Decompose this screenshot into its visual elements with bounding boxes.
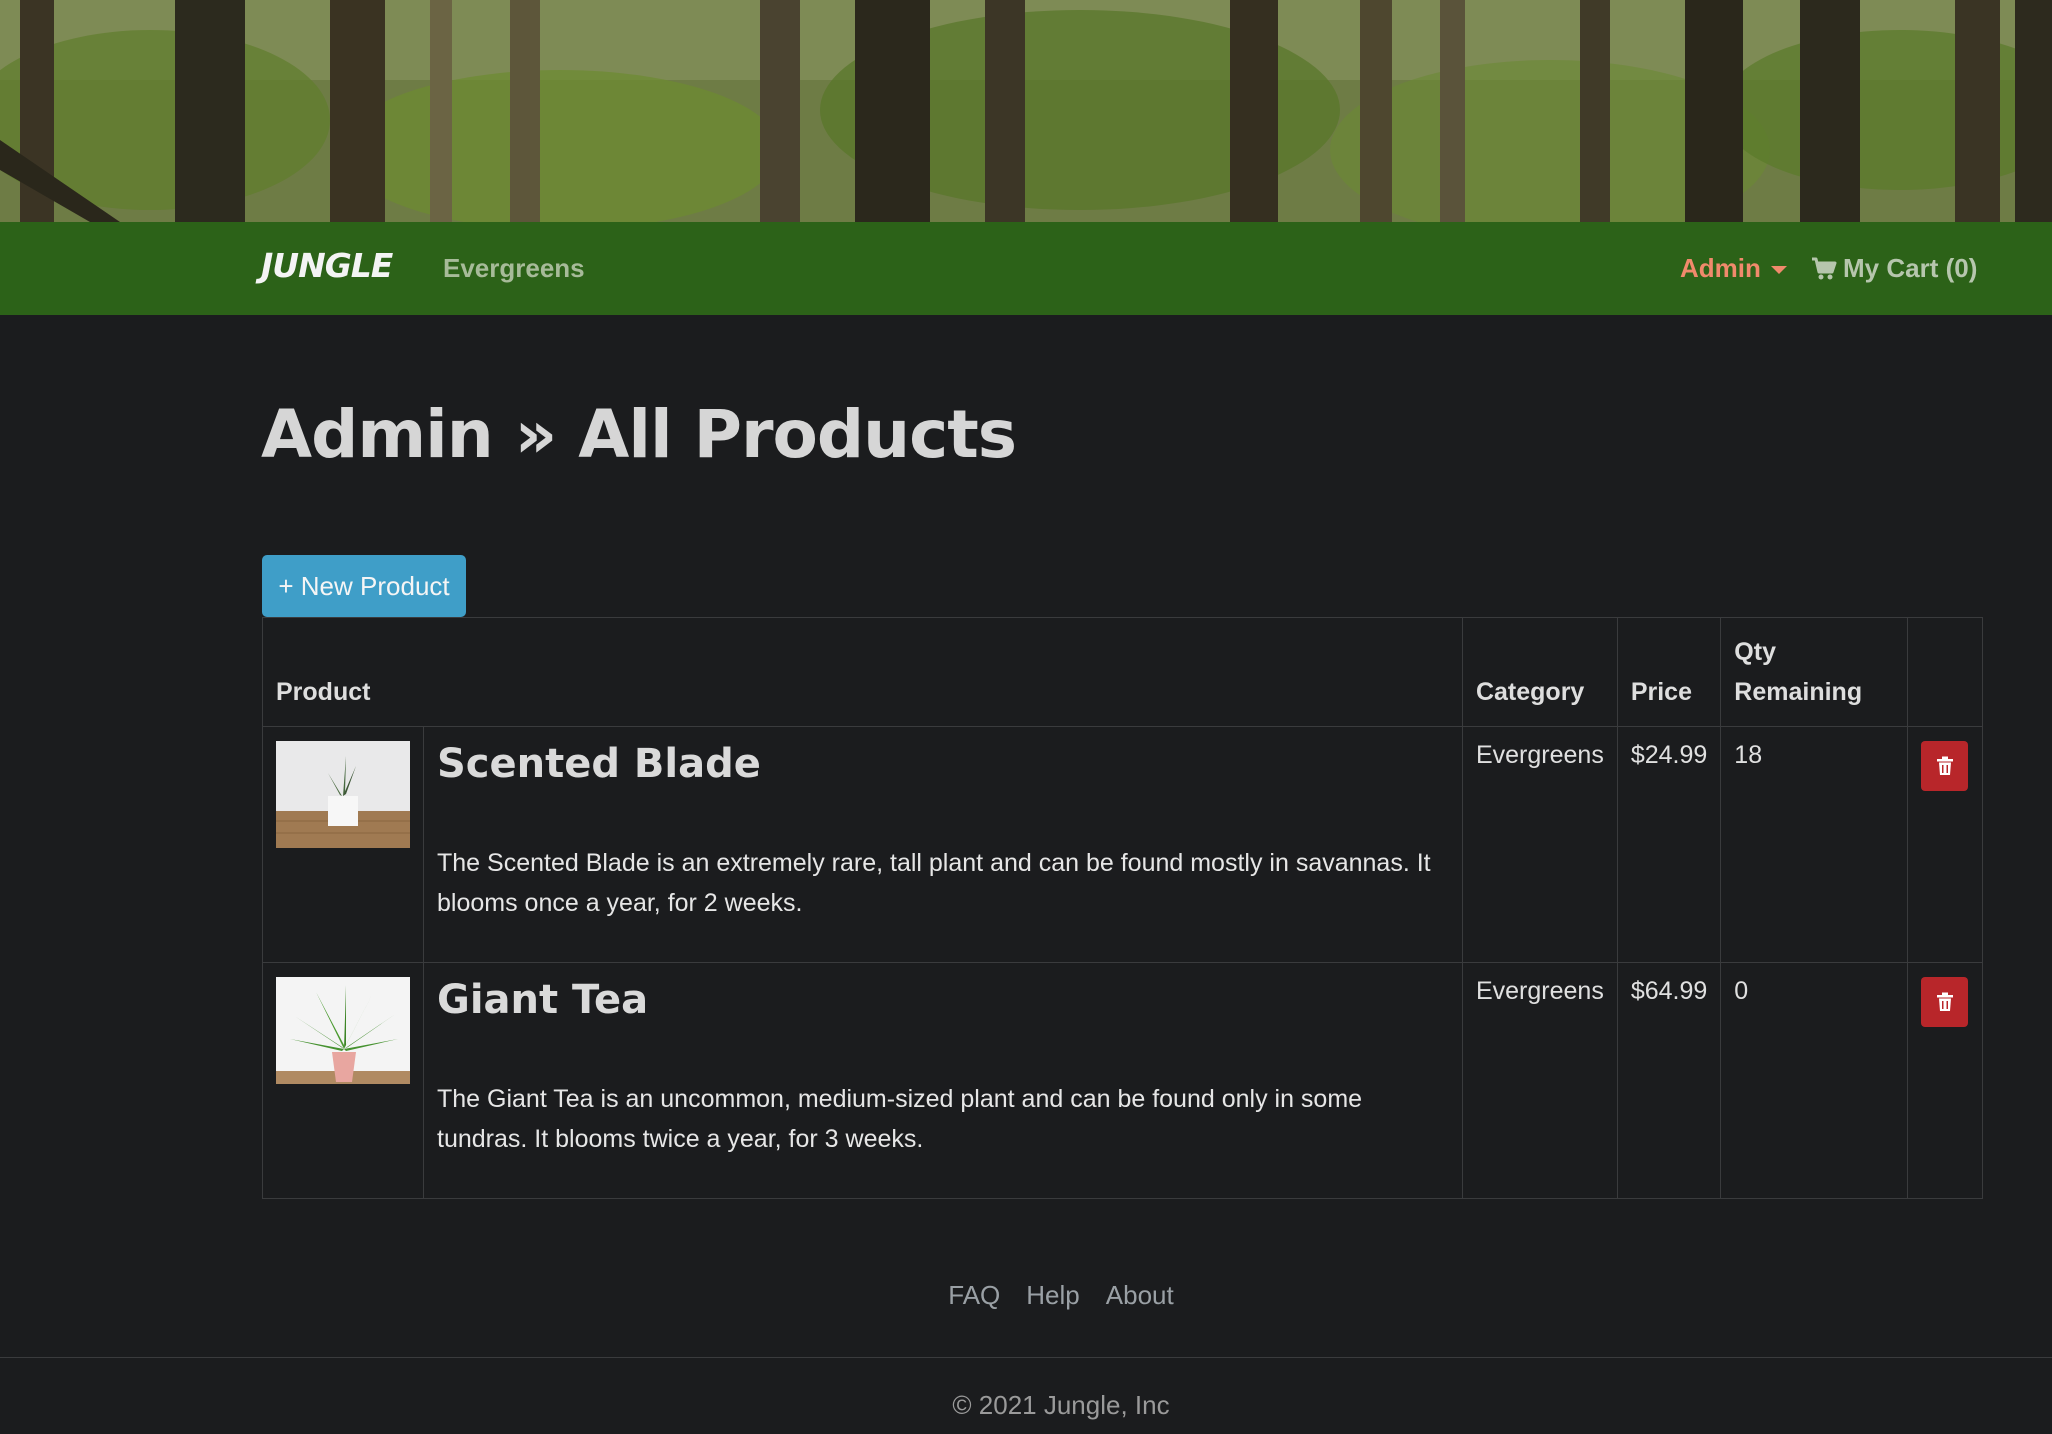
trash-icon [1936,756,1953,775]
forest-image [0,0,2052,222]
brand-logo[interactable]: JUNGLE [261,246,393,285]
chevron-down-icon [1770,265,1787,274]
copyright-text: © 2021 Jungle, Inc [952,1390,1170,1420]
table-row: Scented Blade The Scented Blade is an ex… [262,726,1983,963]
table-row: Giant Tea The Giant Tea is an uncommon, … [262,962,1983,1199]
footer-link-help[interactable]: Help [1026,1280,1079,1311]
product-category: Evergreens [1461,962,1618,1199]
my-cart-link[interactable]: My Cart (0) [1811,253,1977,284]
cart-icon [1812,257,1837,279]
product-image[interactable] [276,977,410,1084]
product-info-cell: Giant Tea The Giant Tea is an uncommon, … [423,962,1463,1199]
products-table: Product Category Price Qty Remaining Sce… [262,617,1983,1199]
column-header-qty: Qty Remaining [1720,617,1908,727]
footer-links: FAQ Help About [0,1280,2052,1311]
product-price: $24.99 [1616,726,1722,963]
product-price: $64.99 [1616,962,1722,1199]
nav-link-evergreens[interactable]: Evergreens [443,253,585,284]
column-header-qty-label: Qty Remaining [1734,638,1863,706]
new-product-button[interactable]: + New Product [262,555,466,617]
product-category: Evergreens [1461,726,1618,963]
product-qty: 18 [1720,726,1908,963]
product-thumbnail-cell [262,962,424,1199]
trash-icon [1936,992,1953,1011]
delete-product-button[interactable] [1921,741,1968,791]
table-header-row: Product Category Price Qty Remaining [262,617,1983,727]
top-navbar: JUNGLE Evergreens Admin My Cart (0) [0,222,2052,315]
column-header-price: Price [1616,617,1722,727]
delete-product-button[interactable] [1921,977,1968,1027]
actions-cell [1907,726,1983,963]
footer-link-faq[interactable]: FAQ [948,1280,1000,1311]
column-header-category: Category [1461,617,1618,727]
hero-banner [0,0,2052,222]
product-image[interactable] [276,741,410,848]
admin-dropdown[interactable]: Admin [1680,253,1787,284]
column-header-product: Product [262,617,1463,727]
footer-divider [0,1357,2052,1358]
product-thumbnail-cell [262,726,424,963]
admin-dropdown-label: Admin [1680,253,1761,283]
product-info-cell: Scented Blade The Scented Blade is an ex… [423,726,1463,963]
product-name[interactable]: Giant Tea [437,977,1449,1023]
actions-cell [1907,962,1983,1199]
footer-link-about[interactable]: About [1106,1280,1174,1311]
my-cart-label: My Cart (0) [1843,253,1978,283]
page-title: Admin » All Products [261,396,1017,473]
product-name[interactable]: Scented Blade [437,741,1449,787]
product-description: The Scented Blade is an extremely rare, … [437,849,1431,917]
product-description: The Giant Tea is an uncommon, medium-siz… [437,1085,1363,1153]
product-qty: 0 [1720,962,1908,1199]
column-header-actions [1907,617,1983,727]
